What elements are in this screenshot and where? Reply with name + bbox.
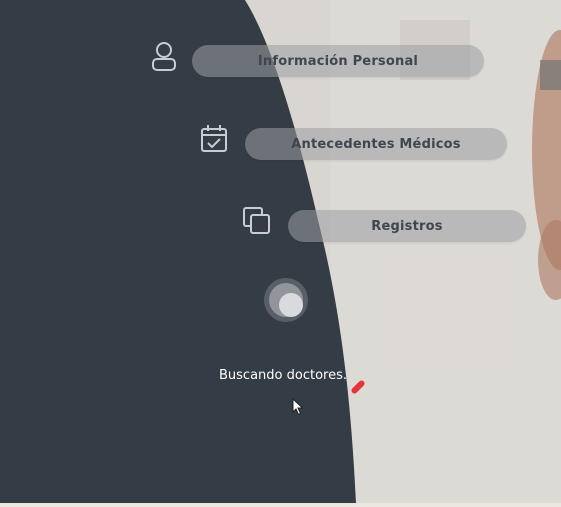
nav-button-antecedentes-medicos[interactable]: Antecedentes Médicos [245, 128, 507, 160]
nav-button-label: Registros [371, 218, 443, 234]
copy-icon [241, 205, 273, 241]
mouse-cursor-icon [292, 397, 304, 420]
loading-spinner-ring [269, 283, 303, 317]
status-text: Buscando doctores. [219, 368, 347, 383]
nav-button-informacion-personal[interactable]: Información Personal [192, 45, 484, 77]
loading-spinner-core [279, 293, 303, 317]
user-icon [149, 40, 179, 76]
nav-button-registros[interactable]: Registros [288, 210, 526, 242]
calendar-check-icon [199, 123, 229, 159]
nav-button-label: Antecedentes Médicos [291, 136, 461, 152]
loading-spinner [264, 278, 308, 322]
nav-button-label: Información Personal [257, 53, 419, 69]
